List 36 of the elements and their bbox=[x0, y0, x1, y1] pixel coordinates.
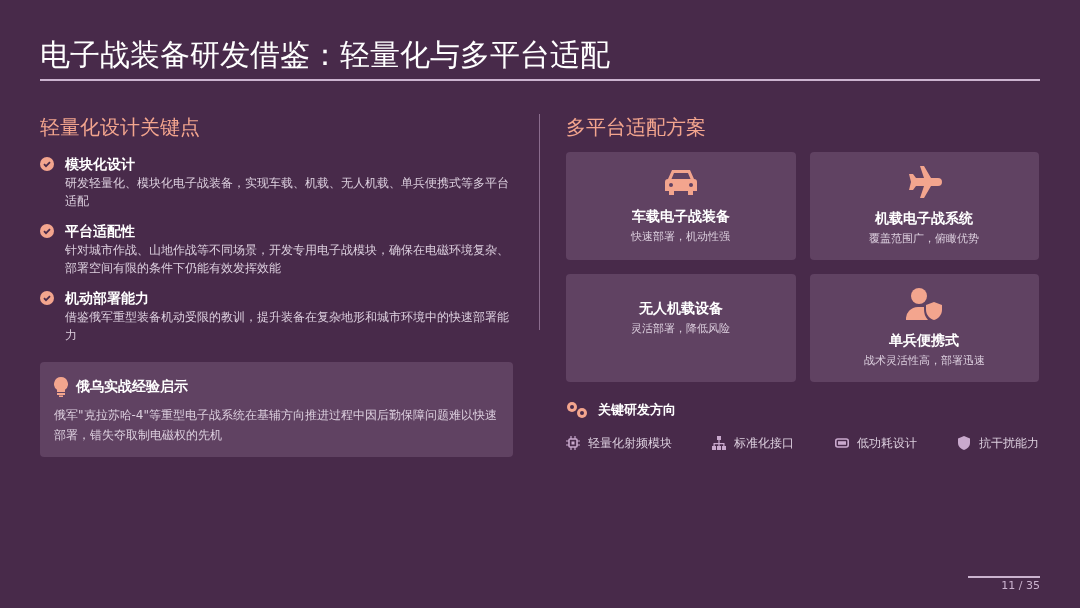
airplane-icon bbox=[906, 165, 943, 198]
direction-label: 标准化接口 bbox=[734, 434, 795, 452]
card-title: 车载电子战装备 bbox=[631, 206, 730, 226]
card-subtitle: 覆盖范围广，俯瞰优势 bbox=[869, 230, 980, 247]
user-shield-icon bbox=[906, 287, 943, 320]
card-title: 单兵便携式 bbox=[889, 330, 960, 350]
direction-label: 抗干扰能力 bbox=[979, 434, 1039, 452]
card-subtitle: 战术灵活性高，部署迅速 bbox=[863, 352, 985, 369]
point-title: 模块化设计 bbox=[65, 155, 136, 174]
card-title: 机载电子战系统 bbox=[875, 208, 974, 228]
direction-label: 轻量化射频模块 bbox=[588, 434, 672, 452]
chip-icon bbox=[566, 435, 580, 450]
callout-title: 俄乌实战经验启示 bbox=[76, 377, 188, 396]
callout-text: 俄军"克拉苏哈-4"等重型电子战系统在基辅方向推进过程中因后勤保障问题难以快速部署，错失夺取制电磁权的先机 bbox=[54, 407, 498, 444]
point-title: 平台适配性 bbox=[65, 222, 136, 241]
section-heading: 轻量化设计关键点 bbox=[40, 114, 201, 140]
point-text: 借鉴俄军重型装备机动受限的教训，提升装备在复杂地形和城市环境中的快速部署能力 bbox=[65, 309, 510, 344]
card-subtitle: 快速部署，机动性强 bbox=[631, 228, 731, 245]
page-number: 11 / 35 bbox=[1001, 577, 1040, 594]
check-circle-icon bbox=[40, 224, 54, 238]
point-text: 针对城市作战、山地作战等不同场景，开发专用电子战模块，确保在电磁环境复杂、部署空间有限的条件下仍能有效发挥效能 bbox=[65, 242, 510, 277]
direction-label: 低功耗设计 bbox=[856, 434, 917, 452]
check-circle-icon bbox=[40, 291, 54, 305]
card-subtitle: 灵活部署，降低风险 bbox=[631, 321, 731, 337]
directions-heading: 关键研发方向 bbox=[598, 401, 676, 419]
lightbulb-icon bbox=[54, 376, 68, 397]
hierarchy-icon bbox=[712, 435, 727, 450]
point-text: 研发轻量化、模块化电子战装备，实现车载、机载、无人机载、单兵便携式等多平台适配 bbox=[65, 175, 510, 210]
check-circle-icon bbox=[40, 157, 54, 171]
battery-icon bbox=[834, 435, 849, 450]
shield-icon bbox=[957, 435, 971, 450]
card-title: 无人机载设备 bbox=[638, 299, 723, 318]
section-heading: 多平台适配方案 bbox=[566, 114, 707, 140]
point-title: 机动部署能力 bbox=[65, 289, 150, 308]
slide-title: 电子战装备研发借鉴：轻量化与多平台适配 bbox=[40, 36, 611, 74]
car-icon bbox=[664, 167, 697, 196]
